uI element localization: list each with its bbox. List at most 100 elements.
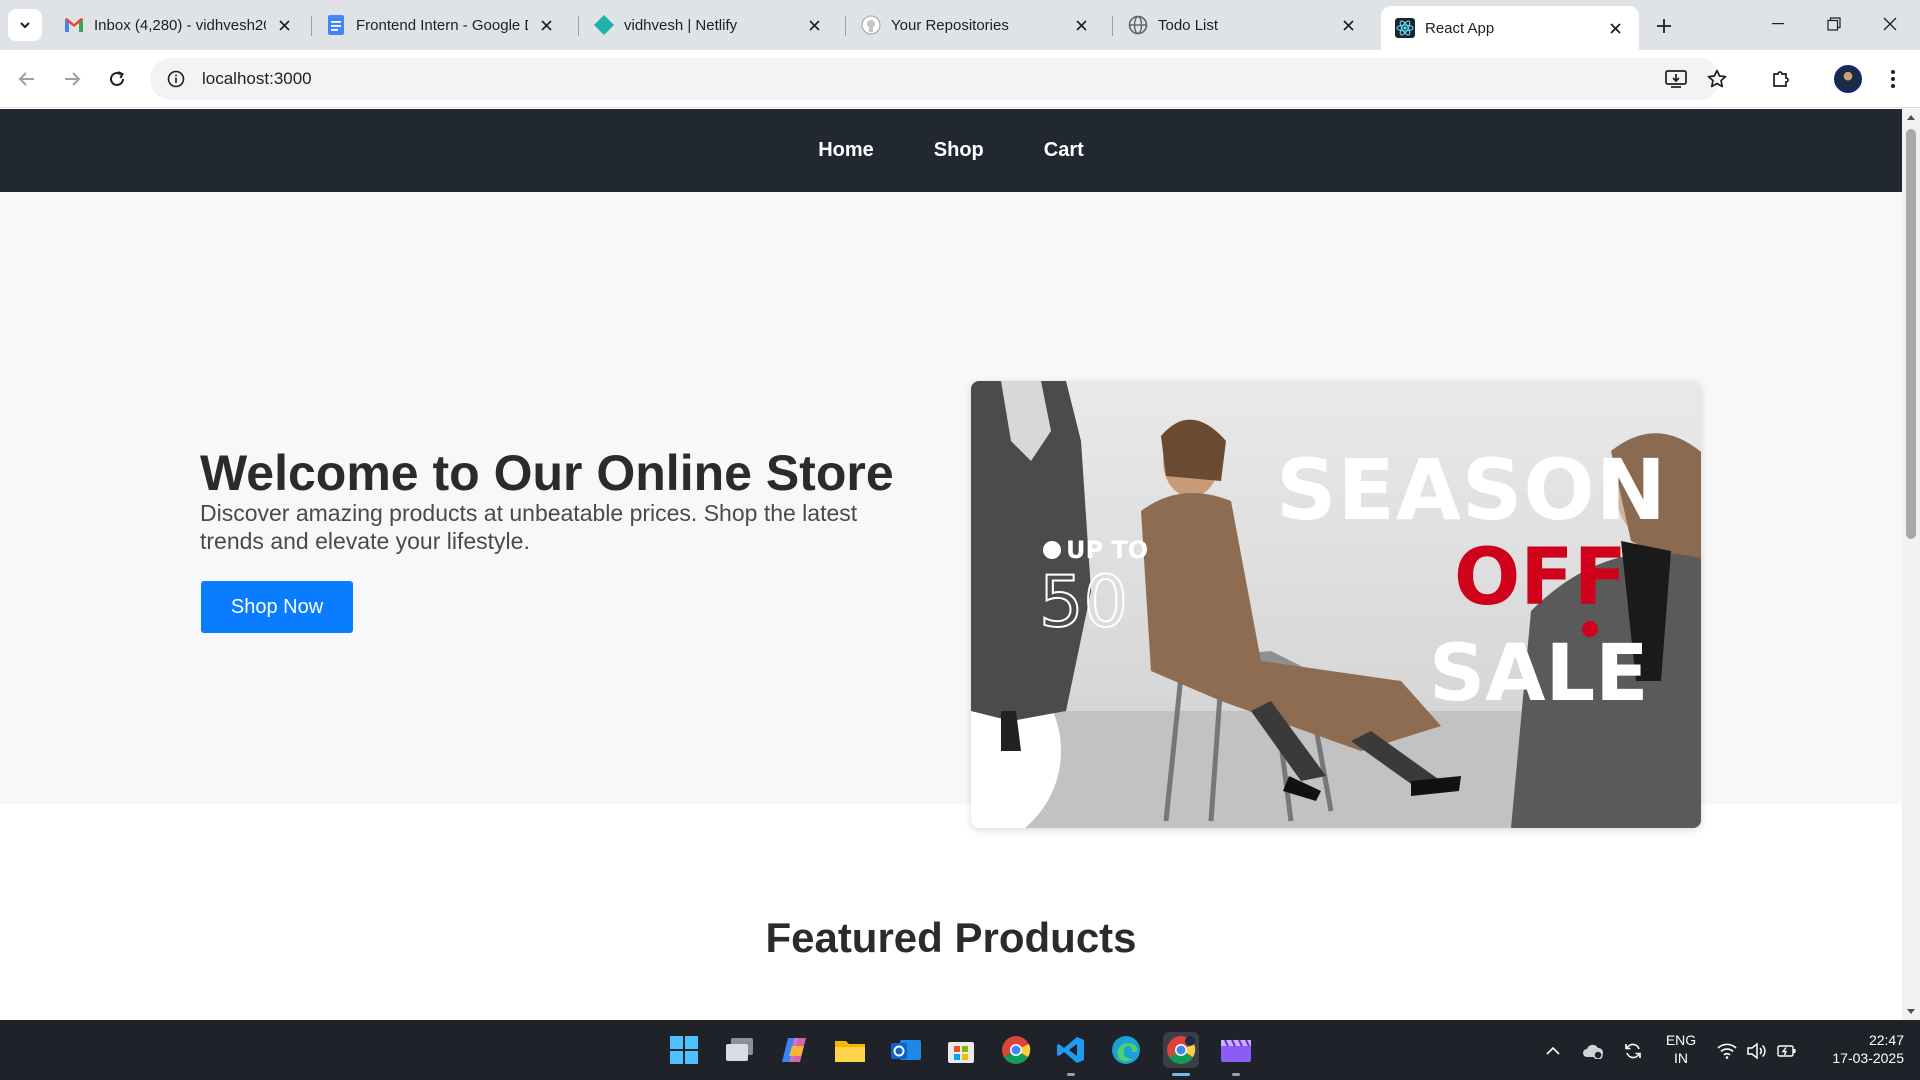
chrome-taskbar-button[interactable] xyxy=(998,1032,1034,1068)
edge-button[interactable] xyxy=(1108,1032,1144,1068)
windows-logo-icon xyxy=(670,1036,698,1064)
chevron-up-icon xyxy=(1546,1046,1560,1055)
windows-taskbar: ENG IN 22:47 17-03-2025 xyxy=(0,1020,1920,1080)
tab-gmail[interactable]: Inbox (4,280) - vidhvesh20 xyxy=(50,6,308,44)
banner-sale-text: SALE xyxy=(1429,629,1649,719)
battery-tray-button[interactable] xyxy=(1776,1040,1798,1062)
clock-date: 17-03-2025 xyxy=(1832,1050,1904,1066)
chrome-menu-button[interactable] xyxy=(1876,62,1910,96)
vscode-button[interactable] xyxy=(1053,1032,1089,1076)
start-button[interactable] xyxy=(666,1032,702,1068)
arrow-right-icon xyxy=(65,72,81,86)
tab-divider xyxy=(1112,16,1113,36)
language-code: ENG xyxy=(1665,1032,1697,1048)
clock-button[interactable]: 22:47 17-03-2025 xyxy=(1812,1031,1912,1067)
close-icon[interactable] xyxy=(804,15,824,35)
chrome-active-button[interactable] xyxy=(1163,1032,1199,1076)
microsoft-store-button[interactable] xyxy=(943,1032,979,1068)
scroll-up-arrow-icon[interactable] xyxy=(1906,113,1916,123)
clipchamp-icon xyxy=(1221,1039,1251,1062)
banner-discount-numbers: 50 xyxy=(1038,561,1129,643)
web-page: Home Shop Cart Welcome to Our Online Sto… xyxy=(0,109,1902,1020)
minimize-icon xyxy=(1772,23,1784,25)
task-view-icon xyxy=(726,1038,753,1061)
tab-search-button[interactable] xyxy=(8,9,42,41)
file-explorer-button[interactable] xyxy=(832,1032,868,1068)
close-icon[interactable] xyxy=(1071,15,1091,35)
scroll-down-arrow-icon[interactable] xyxy=(1906,1006,1916,1016)
clock-time: 22:47 xyxy=(1868,1032,1904,1048)
install-app-button[interactable] xyxy=(1659,62,1693,96)
star-icon xyxy=(1707,69,1727,88)
tab-react-app[interactable]: React App xyxy=(1381,6,1639,50)
bookmark-button[interactable] xyxy=(1700,62,1734,96)
outlook-icon xyxy=(891,1040,921,1060)
restore-button[interactable] xyxy=(1806,0,1862,48)
hero-title: Welcome to Our Online Store xyxy=(200,445,894,501)
install-app-icon xyxy=(1665,70,1687,88)
tab-google-docs[interactable]: Frontend Intern - Google D xyxy=(312,6,570,44)
url-text: localhost:3000 xyxy=(202,69,312,88)
running-indicator xyxy=(1067,1073,1075,1076)
chrome-profile-icon xyxy=(1167,1036,1196,1064)
plus-icon xyxy=(1657,19,1671,33)
scrollbar-thumb[interactable] xyxy=(1906,129,1916,539)
nav-shop-link[interactable]: Shop xyxy=(934,139,984,162)
close-icon[interactable] xyxy=(536,15,556,35)
copilot-button[interactable] xyxy=(777,1032,813,1068)
new-tab-button[interactable] xyxy=(1650,12,1678,40)
close-icon[interactable] xyxy=(1338,15,1358,35)
edge-icon xyxy=(1112,1036,1140,1064)
close-window-button[interactable] xyxy=(1862,0,1918,48)
sync-tray-button[interactable] xyxy=(1622,1040,1644,1062)
tab-netlify[interactable]: vidhvesh | Netlify xyxy=(580,6,838,44)
globe-icon xyxy=(1128,15,1148,35)
onedrive-tray-button[interactable] xyxy=(1582,1040,1604,1062)
wifi-icon xyxy=(1717,1043,1737,1059)
react-icon xyxy=(1395,18,1415,38)
tab-title: React App xyxy=(1425,19,1495,37)
puzzle-icon xyxy=(1773,71,1789,87)
hero-banner-image: UP TO 50 SEASON OFF SALE xyxy=(971,381,1701,828)
clipchamp-button[interactable] xyxy=(1218,1032,1254,1076)
folder-icon xyxy=(835,1041,865,1062)
featured-products-heading: Featured Products xyxy=(765,914,1137,961)
minimize-button[interactable] xyxy=(1750,0,1806,48)
extensions-button[interactable] xyxy=(1764,62,1798,96)
tab-divider xyxy=(845,16,846,36)
battery-charging-icon xyxy=(1777,1045,1796,1057)
banner-dot xyxy=(1043,541,1061,559)
region-code: IN xyxy=(1674,1050,1688,1066)
close-icon[interactable] xyxy=(274,15,294,35)
close-icon[interactable] xyxy=(1605,18,1625,38)
running-indicator xyxy=(1172,1073,1190,1076)
input-language-indicator[interactable]: ENG IN xyxy=(1661,1031,1701,1067)
reload-button[interactable] xyxy=(100,62,134,96)
chevron-down-icon xyxy=(20,22,30,29)
browser-toolbar: localhost:3000 xyxy=(0,50,1920,108)
gmail-icon xyxy=(64,15,84,35)
banner-season-text: SEASON xyxy=(1276,441,1668,539)
speaker-icon xyxy=(1747,1042,1766,1060)
task-view-button[interactable] xyxy=(722,1032,758,1068)
store-icon xyxy=(948,1042,974,1063)
forward-button[interactable] xyxy=(55,62,89,96)
wifi-tray-button[interactable] xyxy=(1716,1040,1738,1062)
tab-github[interactable]: Your Repositories xyxy=(847,6,1105,44)
nav-cart-link[interactable]: Cart xyxy=(1044,139,1084,162)
vscode-icon xyxy=(1057,1037,1084,1063)
address-bar[interactable]: localhost:3000 xyxy=(150,58,1720,100)
tab-todo-list[interactable]: Todo List xyxy=(1114,6,1372,44)
site-info-icon[interactable] xyxy=(156,70,196,88)
shop-now-button[interactable]: Shop Now xyxy=(201,581,353,633)
copilot-icon xyxy=(782,1038,806,1062)
cloud-icon xyxy=(1583,1044,1604,1059)
outlook-button[interactable] xyxy=(888,1032,924,1068)
show-hidden-icons-button[interactable] xyxy=(1542,1040,1564,1062)
page-scrollbar[interactable] xyxy=(1902,109,1920,1020)
arrow-left-icon xyxy=(18,72,34,86)
profile-avatar[interactable] xyxy=(1834,65,1862,93)
nav-home-link[interactable]: Home xyxy=(818,139,874,162)
volume-tray-button[interactable] xyxy=(1746,1040,1768,1062)
back-button[interactable] xyxy=(10,62,44,96)
